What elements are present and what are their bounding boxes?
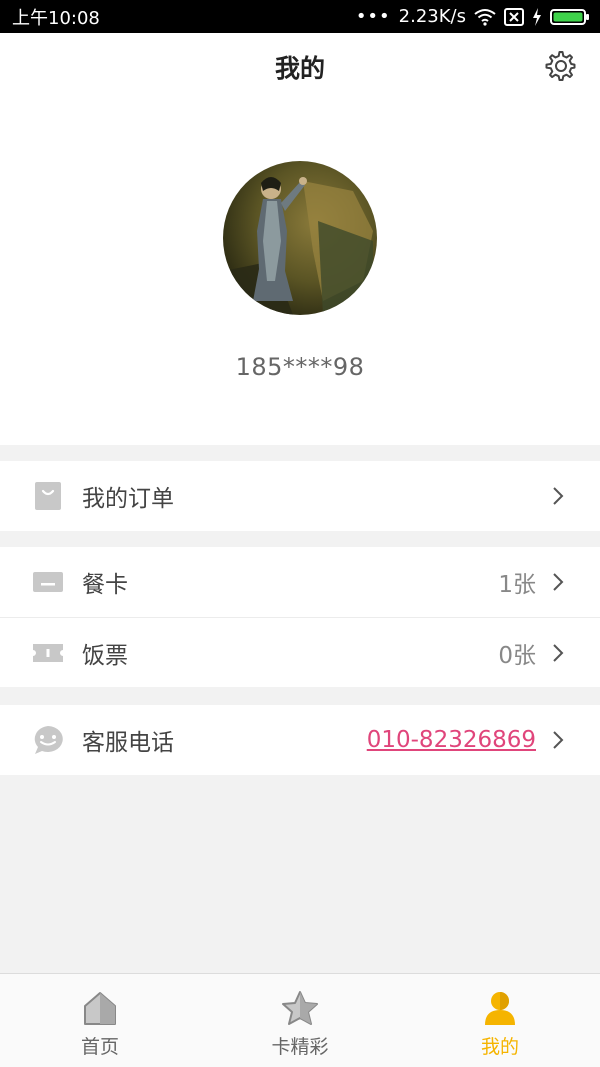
tab-featured-label: 卡精彩 [271,1036,329,1058]
star-icon [280,988,320,1028]
status-indicators: ••• 2.23K/s [356,6,590,27]
network-speed: 2.23K/s [398,6,466,27]
status-dots: ••• [355,5,391,27]
tab-featured[interactable]: 卡精彩 [200,974,400,1067]
header: 我的 [0,33,600,103]
orders-group: 我的订单 [0,461,600,531]
tab-home-label: 首页 [80,1036,119,1058]
user-phone: 185****98 [235,353,365,381]
smile-chat-icon [32,724,64,756]
cards-group: 餐卡 1张 饭票 0张 [0,547,600,687]
chevron-right-icon [548,730,568,750]
meal-card-count: 1张 [498,572,536,598]
chevron-right-icon [548,572,568,592]
user-icon [480,988,520,1028]
page-title: 我的 [274,54,325,83]
menu-item-customer-service[interactable]: 客服电话 010-82326869 [0,705,600,775]
status-time: 上午10:08 [12,7,100,29]
meal-ticket-count: 0张 [498,642,536,669]
battery-icon [550,8,590,26]
home-icon [80,988,120,1028]
meal-ticket-label: 饭票 [82,642,128,669]
bottom-tab-bar: 首页 卡精彩 我的 [0,973,600,1067]
settings-button[interactable] [544,51,578,85]
ticket-icon [32,637,64,669]
meal-card-label: 餐卡 [82,572,128,598]
bag-icon [32,480,64,512]
charging-icon [532,7,542,26]
customer-service-label: 客服电话 [82,730,174,756]
tab-home[interactable]: 首页 [0,974,200,1067]
sim-off-icon [504,7,524,26]
tab-mine-label: 我的 [480,1036,519,1058]
service-group: 客服电话 010-82326869 [0,705,600,775]
avatar[interactable] [223,161,377,315]
status-bar: 上午10:08 ••• 2.23K/s [0,0,600,33]
wifi-icon [474,8,496,26]
card-icon [32,566,64,598]
menu-item-meal-ticket[interactable]: 饭票 0张 [0,617,600,687]
chevron-right-icon [548,486,568,506]
profile-section: 185****98 [0,103,600,445]
customer-service-phone-link[interactable]: 010-82326869 [367,727,536,753]
orders-label: 我的订单 [82,486,174,512]
tab-mine[interactable]: 我的 [400,974,600,1067]
menu-item-orders[interactable]: 我的订单 [0,461,600,531]
gear-icon [545,50,577,86]
chevron-right-icon [548,643,568,663]
menu-item-meal-card[interactable]: 餐卡 1张 [0,547,600,617]
